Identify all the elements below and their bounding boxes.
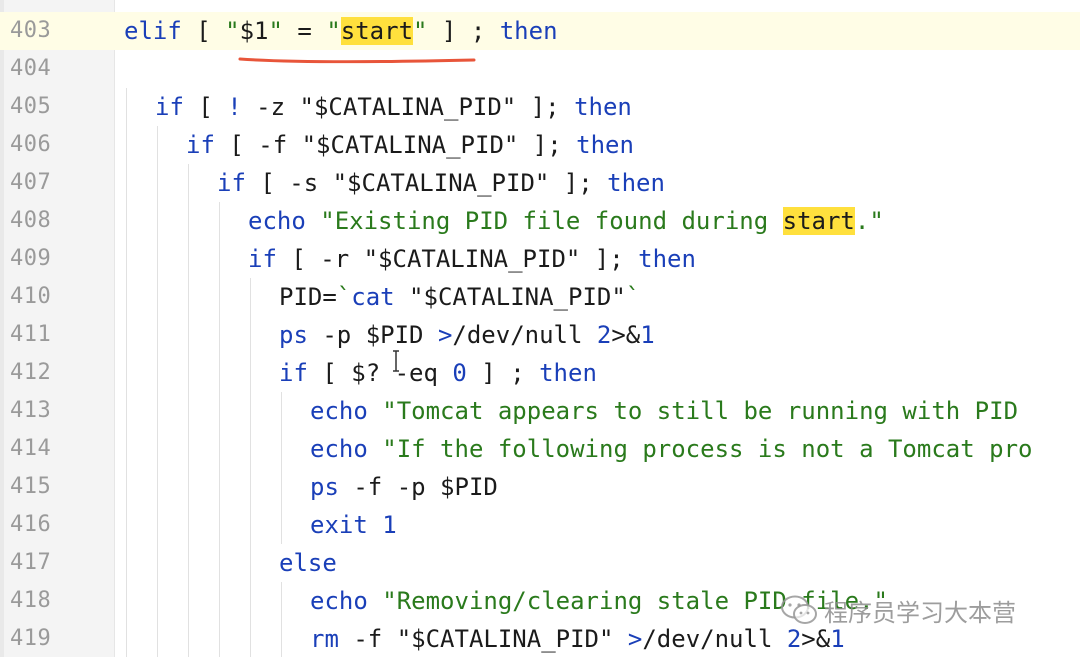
line-number: 413 <box>10 398 52 423</box>
line-code: if [ -f "$CATALINA_PID" ]; then <box>186 131 634 159</box>
line-code: rm -f "$CATALINA_PID" >/dev/null 2>&1 <box>310 625 845 653</box>
line-number: 403 <box>10 18 52 43</box>
line-number: 404 <box>10 56 52 81</box>
watermark: 程序员学习大本营 <box>780 590 1016 630</box>
line-code: echo "Tomcat appears to still be running… <box>310 397 1019 425</box>
line-number: 405 <box>10 94 52 119</box>
line-number: 418 <box>10 588 52 613</box>
text-cursor-icon <box>393 350 399 372</box>
code-line-403[interactable]: 403 elif [ "$1" = "start" ] ; then <box>0 12 1080 50</box>
line-code: exit 1 <box>310 511 397 539</box>
line-number: 410 <box>10 284 52 309</box>
line-number: 414 <box>10 436 52 461</box>
line-number: 412 <box>10 360 52 385</box>
line-number: 416 <box>10 512 52 537</box>
code-line-406[interactable]: 406 if [ -f "$CATALINA_PID" ]; then <box>0 126 1080 164</box>
code-line-405[interactable]: 405 if [ ! -z "$CATALINA_PID" ]; then <box>0 88 1080 126</box>
code-line-413[interactable]: 413 echo "Tomcat appears to still be run… <box>0 392 1080 430</box>
line-number: 417 <box>10 550 52 575</box>
line-code: elif [ "$1" = "start" ] ; then <box>124 17 558 45</box>
line-code: echo "If the following process is not a … <box>310 435 1033 463</box>
code-line-409[interactable]: 409 if [ -r "$CATALINA_PID" ]; then <box>0 240 1080 278</box>
line-number: 408 <box>10 208 52 233</box>
line-code: else <box>279 549 337 577</box>
code-line-410[interactable]: 410 PID=`cat "$CATALINA_PID"` <box>0 278 1080 316</box>
code-line-415[interactable]: 415 ps -f -p $PID <box>0 468 1080 506</box>
code-line-417[interactable]: 417 else <box>0 544 1080 582</box>
line-number: 406 <box>10 132 52 157</box>
line-number: 419 <box>10 626 52 651</box>
code-line-414[interactable]: 414 echo "If the following process is no… <box>0 430 1080 468</box>
line-code: PID=`cat "$CATALINA_PID"` <box>279 283 641 311</box>
wechat-icon <box>781 595 817 624</box>
line-number: 402 <box>10 0 51 12</box>
code-line-416[interactable]: 416 exit 1 <box>0 506 1080 544</box>
line-code: echo "Existing PID file found during sta… <box>248 207 884 235</box>
line-code: if [ -s "$CATALINA_PID" ]; then <box>217 169 665 197</box>
line-number: 415 <box>10 474 52 499</box>
code-line-402: 402 <box>0 0 1080 12</box>
code-line-407[interactable]: 407 if [ -s "$CATALINA_PID" ]; then <box>0 164 1080 202</box>
line-code: if [ $? -eq 0 ] ; then <box>279 359 597 387</box>
watermark-text: 程序员学习大本营 <box>824 598 1016 627</box>
line-code: if [ -r "$CATALINA_PID" ]; then <box>248 245 696 273</box>
code-line-412[interactable]: 412 if [ $? -eq 0 ] ; then <box>0 354 1080 392</box>
code-line-411[interactable]: 411 ps -p $PID >/dev/null 2>&1 <box>0 316 1080 354</box>
code-editor[interactable]: 402 403 elif [ "$1" = "start" ] ; then 4… <box>0 0 1080 657</box>
code-line-408[interactable]: 408 echo "Existing PID file found during… <box>0 202 1080 240</box>
line-code: if [ ! -z "$CATALINA_PID" ]; then <box>155 93 632 121</box>
line-number: 409 <box>10 246 52 271</box>
red-underline-mark <box>238 57 476 64</box>
line-number: 407 <box>10 170 52 195</box>
code-line-404[interactable]: 404 <box>0 50 1080 88</box>
line-number: 411 <box>10 322 52 347</box>
line-code: ps -f -p $PID <box>310 473 498 501</box>
line-code: ps -p $PID >/dev/null 2>&1 <box>279 321 655 349</box>
